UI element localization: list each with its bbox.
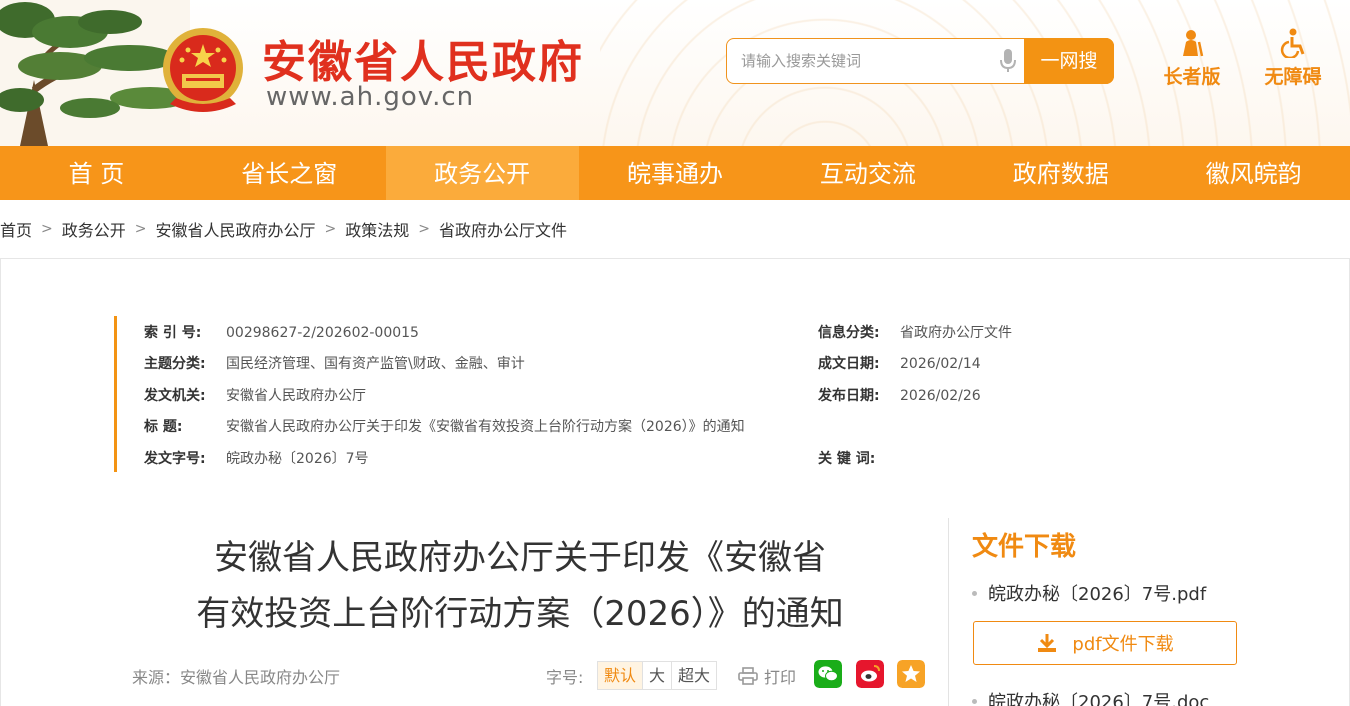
print-button[interactable]: 打印 [738, 664, 796, 688]
meta-written-key: 成文日期: [818, 356, 880, 372]
meta-docno-key: 发文字号: [144, 451, 206, 467]
meta-title: 标 题: 安徽省人民政府办公厅关于印发《安徽省有效投资上台阶行动方案（2026）》… [144, 416, 745, 436]
search-button[interactable]: 一网搜 [1024, 38, 1114, 84]
pdf-download-button[interactable]: pdf文件下载 [973, 621, 1237, 665]
site-title[interactable]: 安徽省人民政府 [262, 26, 584, 90]
nav-interaction[interactable]: 互动交流 [771, 146, 964, 200]
meta-title-key: 标 题: [144, 419, 183, 435]
meta-index-value: 00298627-2/202602-00015 [226, 325, 419, 341]
meta-issuer: 发文机关: 安徽省人民政府办公厅 [144, 385, 366, 405]
microphone-icon[interactable] [998, 48, 1018, 74]
meta-category-key: 信息分类: [818, 325, 880, 341]
chevron-right-icon: > [418, 221, 430, 237]
download-file-doc-label: 皖政办秘〔2026〕7号.doc [988, 692, 1210, 706]
weibo-icon[interactable] [856, 660, 884, 688]
chevron-right-icon: > [41, 221, 53, 237]
meta-title-value: 安徽省人民政府办公厅关于印发《安徽省有效投资上台阶行动方案（2026）》的通知 [226, 419, 745, 435]
nav-data[interactable]: 政府数据 [964, 146, 1157, 200]
meta-docno-value: 皖政办秘〔2026〕7号 [226, 451, 369, 467]
font-size-default-button[interactable]: 默认 [598, 662, 644, 689]
meta-issuer-key: 发文机关: [144, 388, 206, 404]
nav-home[interactable]: 首 页 [0, 146, 193, 200]
meta-published-value: 2026/02/26 [900, 388, 981, 404]
nav-services[interactable]: 皖事通办 [579, 146, 772, 200]
print-label: 打印 [764, 668, 797, 687]
breadcrumb: 首页 > 政务公开 > 安徽省人民政府办公厅 > 政策法规 > 省政府办公厅文件 [0, 216, 567, 242]
accessibility-button[interactable]: 无障碍 [1253, 28, 1333, 89]
nav-gov-affairs[interactable]: 政务公开 [385, 146, 579, 200]
bullet-dot [972, 590, 977, 596]
column-divider [948, 518, 949, 706]
meta-written: 成文日期: 2026/02/14 [818, 353, 981, 373]
meta-docno: 发文字号: 皖政办秘〔2026〕7号 [144, 448, 369, 468]
meta-index: 索 引 号: 00298627-2/202602-00015 [144, 322, 419, 342]
font-size-switcher: 默认 大 超大 [597, 661, 718, 690]
wheelchair-icon [1280, 28, 1305, 58]
chevron-right-icon: > [134, 221, 147, 237]
font-size-large-button[interactable]: 大 [643, 662, 673, 689]
download-file-pdf-label: 皖政办秘〔2026〕7号.pdf [988, 584, 1207, 605]
font-size-xlarge-button[interactable]: 超大 [672, 662, 716, 689]
site-url: www.ah.gov.cn [266, 82, 475, 112]
accessibility-label: 无障碍 [1264, 66, 1322, 88]
breadcrumb-policy[interactable]: 政策法规 [345, 217, 409, 241]
download-icon [1038, 634, 1057, 652]
search-input[interactable] [727, 39, 1023, 83]
meta-topic: 主题分类: 国民经济管理、国有资产监管\财政、金融、审计 [144, 353, 525, 373]
document-source: 来源：安徽省人民政府办公厅 [132, 668, 341, 687]
elder-mode-button[interactable]: 长者版 [1152, 28, 1232, 89]
nav-culture[interactable]: 徽风皖韵 [1157, 146, 1350, 200]
meta-topic-key: 主题分类: [144, 356, 206, 372]
font-size-label: 字号: [546, 668, 584, 687]
document-title: 安徽省人民政府办公厅关于印发《安徽省 有效投资上台阶行动方案（2026）》的通知 [150, 530, 890, 642]
document-title-line1: 安徽省人民政府办公厅关于印发《安徽省 [214, 538, 826, 578]
document-title-line2: 有效投资上台阶行动方案（2026）》的通知 [196, 594, 844, 634]
meta-category: 信息分类: 省政府办公厅文件 [818, 322, 1012, 342]
main-nav: 首 页 省长之窗 政务公开 皖事通办 互动交流 政府数据 徽风皖韵 [0, 146, 1350, 200]
breadcrumb-home[interactable]: 首页 [0, 217, 32, 241]
wechat-icon[interactable] [814, 660, 842, 688]
meta-published: 发布日期: 2026/02/26 [818, 385, 981, 405]
meta-written-value: 2026/02/14 [900, 356, 981, 372]
star-icon[interactable] [897, 660, 925, 688]
meta-keywords-key: 关 键 词: [818, 451, 876, 467]
nav-governor[interactable]: 省长之窗 [193, 146, 386, 200]
pdf-download-label: pdf文件下载 [1072, 634, 1174, 655]
printer-icon [738, 667, 758, 685]
meta-keywords: 关 键 词: [818, 448, 900, 468]
meta-index-key: 索 引 号: [144, 325, 202, 341]
elder-icon [1183, 30, 1204, 57]
national-emblem-icon [163, 28, 243, 112]
site-header: 安徽省人民政府 www.ah.gov.cn 一网搜 长者版 无障碍 [0, 0, 1350, 146]
breadcrumb-office-docs[interactable]: 省政府办公厅文件 [439, 217, 567, 241]
meta-issuer-value: 安徽省人民政府办公厅 [226, 388, 366, 404]
meta-category-value: 省政府办公厅文件 [900, 325, 1012, 341]
download-file-doc[interactable]: 皖政办秘〔2026〕7号.doc [972, 688, 1209, 706]
download-file-pdf[interactable]: 皖政办秘〔2026〕7号.pdf [972, 580, 1206, 606]
breadcrumb-gov-affairs[interactable]: 政务公开 [62, 217, 126, 241]
chevron-right-icon: > [324, 221, 337, 237]
elder-mode-label: 长者版 [1163, 66, 1221, 88]
bullet-dot [972, 698, 977, 704]
meta-published-key: 发布日期: [818, 388, 880, 404]
meta-topic-value: 国民经济管理、国有资产监管\财政、金融、审计 [226, 356, 525, 372]
breadcrumb-office[interactable]: 安徽省人民政府办公厅 [156, 217, 316, 241]
download-section-title: 文件下载 [972, 532, 1077, 562]
